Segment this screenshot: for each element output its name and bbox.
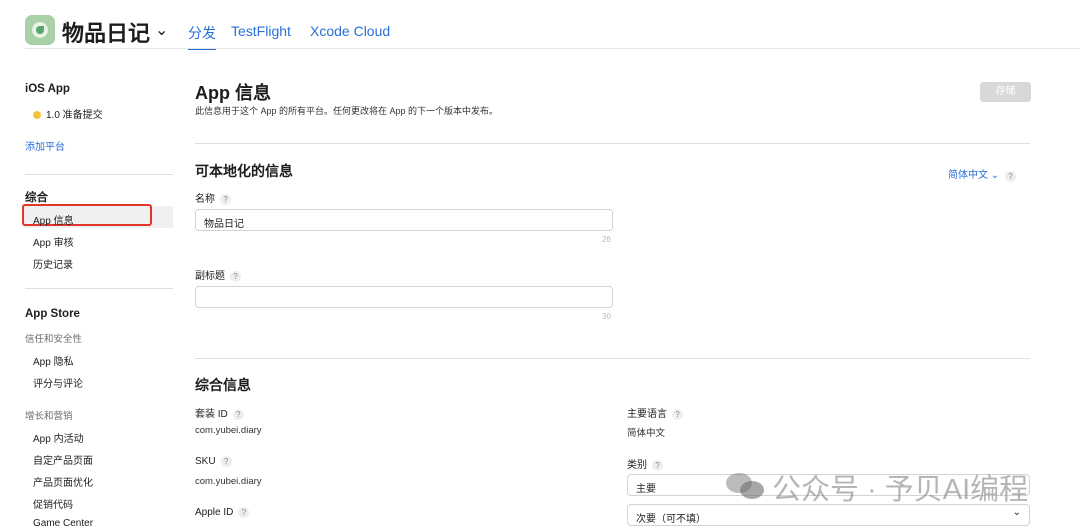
app-name[interactable]: 物品日记 <box>62 16 150 48</box>
sidebar-item-app-info[interactable]: App 信息 <box>33 212 74 227</box>
divider <box>25 288 173 289</box>
trust-group-label: 信任和安全性 <box>25 334 83 345</box>
chevron-down-icon[interactable]: ⌄ <box>155 20 168 40</box>
name-label: 名称? <box>195 190 231 205</box>
bundle-id-label: 套装 ID? <box>195 405 244 420</box>
version-item[interactable]: 1.0 准备提交 <box>33 106 103 121</box>
sidebar-item-game-center[interactable]: Game Center <box>33 518 93 529</box>
help-icon[interactable]: ? <box>230 271 241 282</box>
sidebar-item-custom-pages[interactable]: 自定产品页面 <box>33 452 93 467</box>
name-char-count: 26 <box>602 235 611 244</box>
status-dot-icon <box>33 111 41 119</box>
general-info-heading: 综合信息 <box>195 377 251 393</box>
divider <box>25 48 1080 49</box>
sidebar-item-privacy[interactable]: App 隐私 <box>33 353 74 368</box>
divider <box>25 174 173 175</box>
help-icon[interactable]: ? <box>652 460 663 471</box>
tab-testflight[interactable]: TestFlight <box>231 23 291 39</box>
tab-xcode-cloud[interactable]: Xcode Cloud <box>310 23 390 39</box>
sku-value: com.yubei.diary <box>195 476 262 487</box>
sidebar-item-app-review[interactable]: App 审核 <box>33 234 74 249</box>
subtitle-input[interactable] <box>195 286 613 308</box>
save-button[interactable]: 存储 <box>980 82 1031 102</box>
add-platform-link[interactable]: 添加平台 <box>25 138 65 153</box>
apple-id-label: Apple ID? <box>195 507 250 518</box>
general-heading: 综合 <box>25 192 48 204</box>
subtitle-label: 副标题? <box>195 267 241 282</box>
sidebar-item-page-optimization[interactable]: 产品页面优化 <box>33 474 93 489</box>
app-icon <box>25 15 55 45</box>
help-icon[interactable]: ? <box>220 194 231 205</box>
chevron-down-icon: ⌄ <box>1012 507 1021 518</box>
page-title: App 信息 <box>195 83 271 103</box>
help-icon[interactable]: ? <box>1000 166 1016 184</box>
page-subtitle: 此信息用于这个 App 的所有平台。任何更改将在 App 的下一个版本中发布。 <box>195 106 499 116</box>
app-store-heading: App Store <box>25 308 80 320</box>
app-header: 物品日记 ⌄ 分发 TestFlight Xcode Cloud <box>0 0 1080 50</box>
bundle-id-value: com.yubei.diary <box>195 425 262 436</box>
ios-app-heading: iOS App <box>25 83 70 95</box>
help-icon[interactable]: ? <box>220 456 232 467</box>
help-icon[interactable]: ? <box>672 409 683 420</box>
sidebar-item-promo-codes[interactable]: 促销代码 <box>33 496 73 511</box>
language-select[interactable]: 简体中文 ⌄ <box>948 166 999 181</box>
sidebar-item-ratings[interactable]: 评分与评论 <box>33 375 83 390</box>
divider <box>195 143 1030 144</box>
watermark-text: 公众号 · 予贝AI编程 <box>772 474 1029 506</box>
help-icon[interactable]: ? <box>238 507 250 518</box>
category-label: 类别? <box>627 456 663 471</box>
tab-distribution[interactable]: 分发 <box>188 23 216 50</box>
localizable-heading: 可本地化的信息 <box>195 163 293 179</box>
help-icon[interactable]: ? <box>232 409 244 420</box>
sidebar-item-in-app-events[interactable]: App 内活动 <box>33 430 84 445</box>
wechat-icon <box>726 473 764 499</box>
sku-label: SKU? <box>195 456 232 467</box>
subtitle-char-count: 30 <box>602 312 611 321</box>
growth-group-label: 增长和营销 <box>25 411 73 422</box>
divider <box>195 358 1030 359</box>
primary-language-label: 主要语言? <box>627 405 683 420</box>
name-input[interactable]: 物品日记 <box>195 209 613 231</box>
primary-language-value: 简体中文 <box>627 428 666 439</box>
sidebar-item-history[interactable]: 历史记录 <box>33 256 73 271</box>
